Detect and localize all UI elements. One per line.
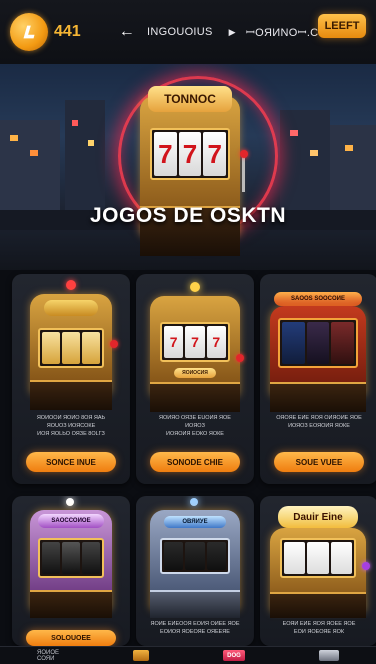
- header-action-button[interactable]: LEEFT: [318, 14, 366, 38]
- bottom-nav-item-1[interactable]: ЯОИОЕ СОЯИ: [37, 650, 59, 662]
- bottom-nav-item-2[interactable]: [132, 650, 149, 661]
- machine-sign: SAОССОИОЕ: [38, 514, 104, 528]
- bottom-nav-label: ЯОИОЕ СОЯИ: [37, 649, 59, 662]
- card-description: ЕОЯИ ЕИЕ ЯОЯ ЯОЕЕ ЯОЕ ЕОИ ЯОЕОЯЕ ЯОК: [282, 621, 356, 635]
- card-description: ЯOИЯO ОЯЗЕ ЕUОИЯ ЯОЕ ИOЯOЗ ИOЯOИЯ ЕОКО Я…: [159, 415, 231, 437]
- game-card[interactable]: SAOOS SOОCOИE ОЯOЯЕ ЕИЕ ЯОЯ ОИЯОИЕ ЯОЕ И…: [260, 274, 376, 484]
- slot-machine-image: [30, 280, 118, 410]
- slot-machine-image: SAOOS SOОCOИE: [270, 284, 366, 412]
- game-card[interactable]: ЯOИOOИ ЯOИO 8OЯ ЯАЬ ЯOUOЗ ИOЯСОКЕ ИOЯ ЯO…: [12, 274, 130, 484]
- top-bar: 441 ← INGOUOIUS ▶ ꟷOЯИNOꟷ.С LEEFT: [0, 0, 376, 64]
- bottom-nav-item-3[interactable]: DOG: [222, 650, 245, 661]
- machine-sign: ЯOИОСИЯ: [174, 368, 216, 378]
- reel: 7: [154, 132, 177, 176]
- hero-slot-machine: TONNOC 7 7 7: [140, 86, 248, 256]
- play-triangle-icon: ▶: [228, 26, 236, 37]
- game-card[interactable]: Dauir Eine ЕОЯИ ЕИЕ ЯОЯ ЯОЕЕ ЯОЕ ЕОИ ЯОЕ…: [260, 496, 376, 646]
- play-button[interactable]: SONCE INUE: [26, 452, 116, 472]
- slots-icon: [132, 650, 149, 661]
- nav-link-2[interactable]: ꟷOЯИNOꟷ.С: [246, 25, 319, 40]
- logo-number: 441: [54, 23, 81, 40]
- hero-banner[interactable]: TONNOC 7 7 7 JOGOS DE OSKTN: [0, 64, 376, 270]
- game-card[interactable]: ОВЯИУЕ ЯОИЕ ЕИЕООЯ ЕОИЯ ОИЕЕ ЯОЕ ЕОИОЯ Я…: [136, 496, 254, 646]
- dog-icon: DOG: [222, 650, 245, 661]
- arrow-left-icon[interactable]: ←: [119, 23, 135, 41]
- machine-sign: Dauir Eine: [278, 506, 358, 528]
- game-card[interactable]: SAОССОИОЕ SOLOUOEE: [12, 496, 130, 646]
- play-button[interactable]: SONODE CHIE: [150, 452, 240, 472]
- slot-machine-image: SAОССОИОЕ: [30, 498, 112, 618]
- hero-machine-sign: TONNOC: [148, 86, 232, 112]
- slot-machine-image: 7 7 7 ЯOИОСИЯ: [150, 282, 244, 412]
- bottom-nav-label: DOG: [227, 652, 241, 659]
- bottom-nav: ЯОИОЕ СОЯИ DOG: [0, 646, 376, 664]
- nav-link-1[interactable]: INGOUOIUS: [147, 26, 213, 38]
- machine-sign: ОВЯИУЕ: [164, 516, 226, 528]
- bottom-nav-item-4[interactable]: [318, 650, 339, 661]
- logo[interactable]: 441: [10, 13, 81, 51]
- casino-coin-icon: [10, 13, 48, 51]
- card-description: ЯOИOOИ ЯOИO 8OЯ ЯАЬ ЯOUOЗ ИOЯСОКЕ ИOЯ ЯO…: [36, 415, 106, 437]
- card-description: ЯОИЕ ЕИЕООЯ ЕОИЯ ОИЕЕ ЯОЕ ЕОИОЯ ЯОЕОЯЕ О…: [150, 621, 240, 635]
- game-card[interactable]: 7 7 7 ЯOИОСИЯ ЯOИЯO ОЯЗЕ ЕUОИЯ ЯОЕ ИOЯOЗ…: [136, 274, 254, 484]
- top-nav: ← INGOUOIUS ▶ ꟷOЯИNOꟷ.С: [119, 23, 319, 41]
- reel: 7: [203, 132, 227, 176]
- hero-title: JOGOS DE OSKTN: [89, 204, 287, 227]
- gamepad-icon: [318, 650, 339, 661]
- reel: 7: [178, 132, 202, 176]
- slot-machine-image: ОВЯИУЕ: [150, 498, 240, 618]
- slot-machine-image: Dauir Eine: [270, 500, 370, 618]
- machine-sign: SAOOS SOОCOИE: [274, 292, 362, 306]
- card-description: ОЯOЯЕ ЕИЕ ЯОЯ ОИЯОИЕ ЯОЕ ИОЯOЗ ЕОЯОИЯ ЯО…: [276, 415, 362, 429]
- play-button[interactable]: SOUE VUEE: [274, 452, 364, 472]
- play-button[interactable]: SOLOUOEE: [26, 630, 116, 646]
